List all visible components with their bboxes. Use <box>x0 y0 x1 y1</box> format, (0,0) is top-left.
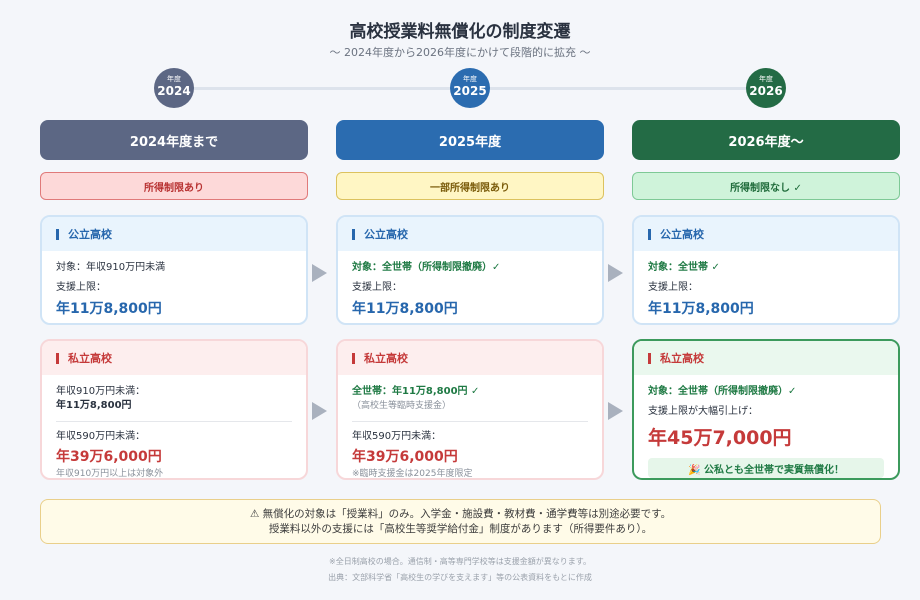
accent-bar <box>352 352 355 364</box>
page-title: 高校授業料無償化の制度変遷 <box>349 22 571 42</box>
support-amount: 年11万8,800円 <box>648 301 754 317</box>
column-header-2026: 2026年度〜 <box>632 120 900 160</box>
free-tuition-highlight: 🎉 公私とも全世帯で実質無償化！ <box>648 458 884 478</box>
limit-label: 支援上限： <box>352 282 402 293</box>
timeline-marker-label: 年度 <box>463 75 477 83</box>
accent-bar <box>352 228 355 240</box>
limit-label: 支援上限： <box>648 282 698 293</box>
eligibility-text: 対象：年収910万円未満 <box>56 262 166 273</box>
tier2-amount: 年39万6,000円 <box>56 449 162 465</box>
timeline-marker-year: 2024 <box>157 84 191 98</box>
support-amount: 年11万8,800円 <box>56 301 162 317</box>
card-header: 公立高校 <box>42 217 306 251</box>
card-title: 私立高校 <box>364 352 408 365</box>
card-title: 公立高校 <box>68 228 112 241</box>
support-amount: 年45万7,000円 <box>648 427 792 449</box>
timeline-marker-2024: 年度 2024 <box>154 68 194 108</box>
private-school-card-2026: 私立高校 対象：全世帯（所得制限撤廃）✓ 支援上限が大幅引上げ： 年45万7,0… <box>632 339 900 480</box>
income-limit-badge-2026: 所得制限なし ✓ <box>632 172 900 200</box>
column-header-2024: 2024年度まで <box>40 120 308 160</box>
card-header: 私立高校 <box>42 341 306 375</box>
tier1-amount: 年11万8,800円 <box>56 400 132 411</box>
public-school-card-2025: 公立高校 対象：全世帯（所得制限撤廃）✓ 支援上限： 年11万8,800円 <box>336 215 604 325</box>
timeline-marker-year: 2025 <box>453 84 487 98</box>
private-school-card-2024: 私立高校 年収910万円未満： 年11万8,800円 年収590万円未満： 年3… <box>40 339 308 480</box>
card-title: 公立高校 <box>660 228 704 241</box>
public-school-card-2026: 公立高校 対象：全世帯 ✓ 支援上限： 年11万8,800円 <box>632 215 900 325</box>
arrow-right-icon <box>312 264 327 282</box>
footnote-text: ※臨時支援金は2025年度限定 <box>352 469 473 479</box>
eligibility-text: 対象：全世帯 ✓ <box>648 262 720 273</box>
income-limit-badge-2025: 一部所得制限あり <box>336 172 604 200</box>
timeline-marker-2026: 年度 2026 <box>746 68 786 108</box>
card-title: 私立高校 <box>68 352 112 365</box>
timeline-marker-label: 年度 <box>759 75 773 83</box>
tier1-label: 全世帯：年11万8,800円 ✓ <box>352 386 480 397</box>
card-header: 公立高校 <box>338 217 602 251</box>
notice-line: ⚠ 無償化の対象は「授業料」のみ。入学金・施設費・教材費・通学費等は別途必要です… <box>249 508 672 520</box>
timeline-marker-2025: 年度 2025 <box>450 68 490 108</box>
footnote: ※全日制高校の場合。通信制・高等専門学校等は支援金額が異なります。 <box>329 557 591 566</box>
card-title: 私立高校 <box>660 352 704 365</box>
arrow-right-icon <box>312 402 327 420</box>
limit-label: 支援上限が大幅引上げ： <box>648 406 758 417</box>
accent-bar <box>648 352 651 364</box>
divider <box>56 421 292 422</box>
timeline-marker-label: 年度 <box>167 75 181 83</box>
income-limit-badge-2024: 所得制限あり <box>40 172 308 200</box>
eligibility-text: 対象：全世帯（所得制限撤廃）✓ <box>648 386 797 397</box>
card-header: 公立高校 <box>634 217 898 251</box>
footnote-text: 年収910万円以上は対象外 <box>56 469 164 479</box>
tier1-sub: （高校生等臨時支援金） <box>352 401 452 411</box>
eligibility-text: 対象：全世帯（所得制限撤廃）✓ <box>352 262 501 273</box>
tier2-label: 年収590万円未満： <box>56 431 146 442</box>
arrow-right-icon <box>608 402 623 420</box>
tier2-label: 年収590万円未満： <box>352 431 442 442</box>
card-header: 私立高校 <box>634 341 898 375</box>
timeline-marker-year: 2026 <box>749 84 783 98</box>
private-school-card-2025: 私立高校 全世帯：年11万8,800円 ✓ （高校生等臨時支援金） 年収590万… <box>336 339 604 480</box>
divider <box>352 421 588 422</box>
limit-label: 支援上限： <box>56 282 106 293</box>
accent-bar <box>56 228 59 240</box>
notice-box: ⚠ 無償化の対象は「授業料」のみ。入学金・施設費・教材費・通学費等は別途必要です… <box>40 499 881 544</box>
support-amount: 年11万8,800円 <box>352 301 458 317</box>
accent-bar <box>56 352 59 364</box>
source-note: 出典：文部科学省「高校生の学びを支えます」等の公表資料をもとに作成 <box>328 573 592 582</box>
page-subtitle: 〜 2024年度から2026年度にかけて段階的に拡充 〜 <box>329 46 591 59</box>
card-title: 公立高校 <box>364 228 408 241</box>
arrow-right-icon <box>608 264 623 282</box>
tier1-label: 年収910万円未満： <box>56 386 146 397</box>
notice-line: 授業料以外の支援には「高校生等奨学給付金」制度があります（所得要件あり）。 <box>268 523 653 535</box>
column-header-2025: 2025年度 <box>336 120 604 160</box>
tier2-amount: 年39万6,000円 <box>352 449 458 465</box>
public-school-card-2024: 公立高校 対象：年収910万円未満 支援上限： 年11万8,800円 <box>40 215 308 325</box>
accent-bar <box>648 228 651 240</box>
card-header: 私立高校 <box>338 341 602 375</box>
